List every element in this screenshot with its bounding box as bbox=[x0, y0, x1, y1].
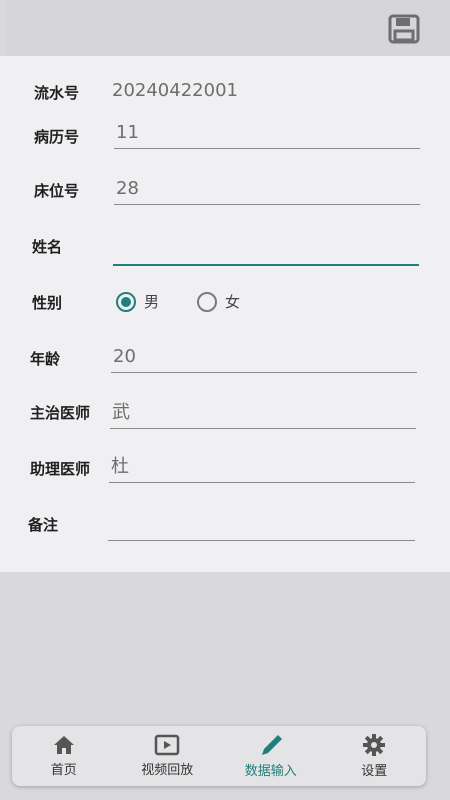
save-icon bbox=[388, 14, 420, 44]
assistant-field[interactable]: 杜 bbox=[109, 452, 415, 483]
assistant-label: 助理医师 bbox=[30, 460, 91, 478]
doctor-label: 主治医师 bbox=[30, 404, 91, 422]
bed-field[interactable]: 28 bbox=[114, 174, 420, 205]
gear-icon bbox=[363, 734, 386, 756]
doctor-field[interactable]: 武 bbox=[110, 398, 416, 429]
patient-form: 流水号 20240422001 病历号 11 床位号 28 姓名 性别 男 女 … bbox=[0, 56, 450, 572]
nav-item-video-playback[interactable]: 视频回放 bbox=[116, 726, 220, 786]
top-toolbar bbox=[6, 0, 450, 56]
age-label: 年龄 bbox=[30, 350, 61, 368]
bottom-navigation: 首页 视频回放 数据输入 设置 bbox=[12, 726, 426, 786]
home-icon bbox=[53, 736, 74, 754]
gender-radio-female[interactable]: 女 bbox=[197, 291, 240, 312]
nav-item-settings[interactable]: 设置 bbox=[323, 726, 427, 786]
note-label: 备注 bbox=[28, 516, 59, 534]
gender-label: 性别 bbox=[32, 294, 63, 312]
record-label: 病历号 bbox=[34, 128, 80, 146]
name-label: 姓名 bbox=[32, 238, 63, 256]
nav-label-video-playback: 视频回放 bbox=[141, 763, 194, 778]
nav-label-home: 首页 bbox=[50, 763, 77, 778]
nav-item-home[interactable]: 首页 bbox=[12, 726, 116, 786]
save-button[interactable] bbox=[386, 12, 422, 46]
gender-male-label: 男 bbox=[144, 293, 160, 311]
gender-female-label: 女 bbox=[225, 293, 241, 311]
radio-unchecked-icon bbox=[197, 291, 217, 312]
radio-checked-icon bbox=[116, 291, 136, 312]
serial-label: 流水号 bbox=[34, 84, 80, 102]
nav-item-data-input[interactable]: 数据输入 bbox=[219, 726, 323, 786]
pencil-icon bbox=[261, 735, 282, 755]
video-playback-icon bbox=[155, 734, 180, 756]
nav-label-data-input: 数据输入 bbox=[244, 764, 297, 779]
nav-label-settings: 设置 bbox=[361, 764, 388, 779]
record-field[interactable]: 11 bbox=[114, 118, 420, 149]
gender-radio-male[interactable]: 男 bbox=[116, 291, 159, 312]
bed-label: 床位号 bbox=[34, 182, 80, 200]
serial-value: 20240422001 bbox=[112, 80, 238, 101]
name-field[interactable] bbox=[113, 234, 419, 266]
age-field[interactable]: 20 bbox=[111, 342, 417, 373]
note-field[interactable] bbox=[108, 510, 415, 541]
